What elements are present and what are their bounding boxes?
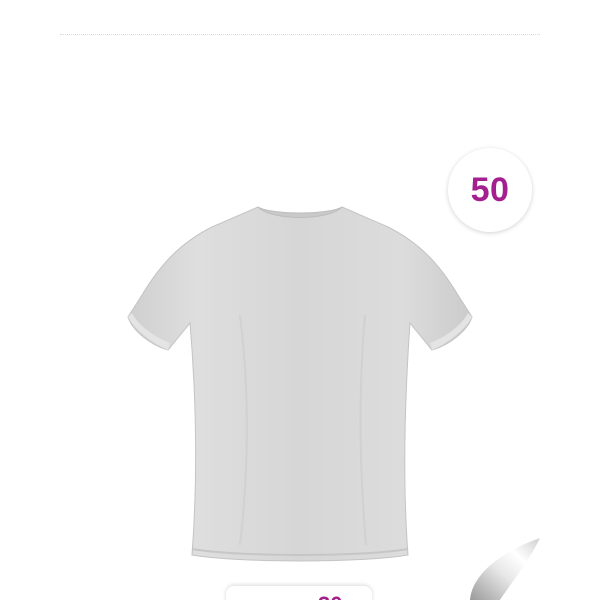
page-curl-icon[interactable]	[460, 530, 550, 600]
top-divider	[60, 34, 540, 35]
quantity-badge: 50	[448, 148, 532, 232]
price-tab-number: 30	[318, 592, 342, 600]
quantity-badge-number: 50	[470, 170, 510, 209]
price-tab[interactable]: 30	[226, 586, 372, 600]
product-card: 50 30	[0, 0, 600, 600]
tshirt-icon[interactable]	[120, 195, 480, 570]
